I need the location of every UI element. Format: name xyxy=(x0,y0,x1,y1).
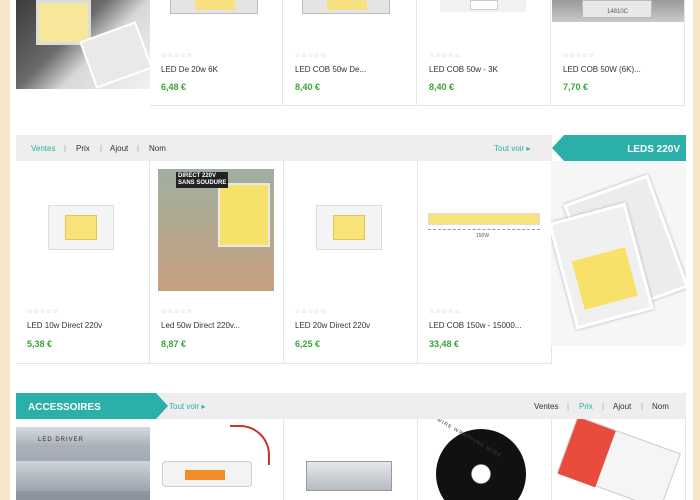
product-price: 5,38 € xyxy=(27,339,53,349)
product-name[interactable]: LED COB 150w - 15000... xyxy=(429,321,541,330)
tab-ventes[interactable]: Ventes xyxy=(534,402,558,411)
product-card[interactable]: ☆☆☆☆☆ LED De 20w 6K 6,48 € xyxy=(150,0,283,106)
product-price: 8,87 € xyxy=(161,339,187,349)
category-banner-image[interactable] xyxy=(551,161,686,346)
category-title-notch xyxy=(552,135,564,161)
product-image[interactable] xyxy=(316,205,382,250)
product-price: 7,70 € xyxy=(563,82,589,92)
dimension-line xyxy=(428,229,540,230)
category-title-arrow xyxy=(156,393,168,419)
tab-separator: | xyxy=(100,144,103,153)
rating-stars: ☆☆☆☆☆ xyxy=(429,53,461,59)
tab-nom[interactable]: Nom xyxy=(149,144,166,153)
tab-separator: | xyxy=(567,402,570,411)
product-card[interactable]: WIRE WRAPPING WIRE xyxy=(418,419,552,500)
section-tabs-bar: Ventes | Prix | Ajout | Nom Tout voir ▸ xyxy=(16,135,552,161)
product-name[interactable]: LED 10w Direct 220v xyxy=(27,321,139,330)
product-image[interactable] xyxy=(557,419,681,500)
product-image[interactable] xyxy=(440,0,526,12)
view-all-link[interactable]: Tout voir ▸ xyxy=(169,402,205,411)
product-card[interactable]: 150W ☆☆☆☆☆ LED COB 150w - 15000... 33,48… xyxy=(418,161,552,363)
product-card[interactable]: 14810C ☆☆☆☆☆ LED COB 50W (6K)... 7,70 € xyxy=(552,0,685,106)
product-price: 6,25 € xyxy=(295,339,321,349)
tab-prix[interactable]: Prix xyxy=(76,144,90,153)
view-all-link[interactable]: Tout voir ▸ xyxy=(494,144,530,153)
tab-ventes[interactable]: Ventes xyxy=(31,144,55,153)
product-name[interactable]: LED COB 50w - 3K xyxy=(429,65,541,74)
tab-nom[interactable]: Nom xyxy=(652,402,669,411)
product-image[interactable] xyxy=(428,213,540,225)
product-card[interactable]: ☆☆☆☆☆ LED 10w Direct 220v 5,38 € xyxy=(16,161,150,363)
product-image[interactable] xyxy=(306,461,392,491)
product-name[interactable]: LED COB 50w De... xyxy=(295,65,407,74)
dimension-label: 150W xyxy=(476,233,490,239)
tab-prix[interactable]: Prix xyxy=(579,402,593,411)
product-name[interactable]: LED 20w Direct 220v xyxy=(295,321,407,330)
rating-stars: ☆☆☆☆☆ xyxy=(295,53,327,59)
product-card[interactable]: DIRECT 220V SANS SOUDURE ☆☆☆☆☆ Led 50w D… xyxy=(150,161,284,363)
product-image[interactable] xyxy=(436,429,526,500)
category-title-leds-220v[interactable]: LEDS 220V xyxy=(552,135,686,161)
banner-chip-shape xyxy=(36,0,91,45)
chip-label: 14810C xyxy=(607,9,629,15)
rating-stars: ☆☆☆☆☆ xyxy=(161,309,193,315)
product-price: 33,48 € xyxy=(429,339,460,349)
tab-ajout[interactable]: Ajout xyxy=(613,402,631,411)
page-frame: ☆☆☆☆☆ LED De 20w 6K 6,48 € ☆☆☆☆☆ LED COB… xyxy=(10,0,693,500)
product-image[interactable]: DIRECT 220V SANS SOUDURE xyxy=(158,169,274,291)
rating-stars: ☆☆☆☆☆ xyxy=(161,53,193,59)
product-image[interactable] xyxy=(48,205,114,250)
rating-stars: ☆☆☆☆☆ xyxy=(295,309,327,315)
product-name[interactable]: LED De 20w 6K xyxy=(161,65,273,74)
product-cable xyxy=(230,425,270,465)
product-card[interactable] xyxy=(552,419,686,500)
tab-separator: | xyxy=(137,144,140,153)
tab-separator: | xyxy=(602,402,605,411)
product-name[interactable]: Led 50w Direct 220v... xyxy=(161,321,273,330)
rating-stars: ☆☆☆☆☆ xyxy=(27,309,59,315)
product-image[interactable]: 14810C xyxy=(552,0,684,22)
image-text: LED DRIVER xyxy=(38,437,85,443)
category-title-text: ACCESSOIRES xyxy=(28,402,101,413)
product-price: 6,48 € xyxy=(161,82,187,92)
rating-stars: ☆☆☆☆☆ xyxy=(563,53,595,59)
product-price: 8,40 € xyxy=(295,82,321,92)
product-card[interactable]: ☆☆☆☆☆ LED COB 50w De... 8,40 € xyxy=(284,0,417,106)
product-image[interactable] xyxy=(302,0,390,14)
product-card[interactable] xyxy=(150,419,284,500)
section-divider xyxy=(16,363,552,364)
section-leds-cob: ☆☆☆☆☆ LED De 20w 6K 6,48 € ☆☆☆☆☆ LED COB… xyxy=(16,0,686,106)
tab-ajout[interactable]: Ajout xyxy=(110,144,128,153)
product-card[interactable]: ☆☆☆☆☆ LED COB 50w - 3K 8,40 € xyxy=(418,0,551,106)
image-text: DIRECT 220V SANS SOUDURE xyxy=(176,172,229,188)
category-title-text: LEDS 220V xyxy=(627,144,680,155)
rating-stars: ☆☆☆☆☆ xyxy=(429,309,461,315)
category-title-accessoires[interactable]: ACCESSOIRES xyxy=(16,393,168,419)
tab-separator: | xyxy=(64,144,67,153)
product-card[interactable] xyxy=(284,419,418,500)
category-banner-image[interactable]: LED DRIVER xyxy=(16,427,150,500)
category-banner-image[interactable] xyxy=(16,0,150,89)
product-image[interactable] xyxy=(170,0,258,14)
product-name[interactable]: LED COB 50W (6K)... xyxy=(563,65,675,74)
product-price: 8,40 € xyxy=(429,82,455,92)
tab-separator: | xyxy=(641,402,644,411)
product-card[interactable]: ☆☆☆☆☆ LED 20w Direct 220v 6,25 € xyxy=(284,161,418,363)
